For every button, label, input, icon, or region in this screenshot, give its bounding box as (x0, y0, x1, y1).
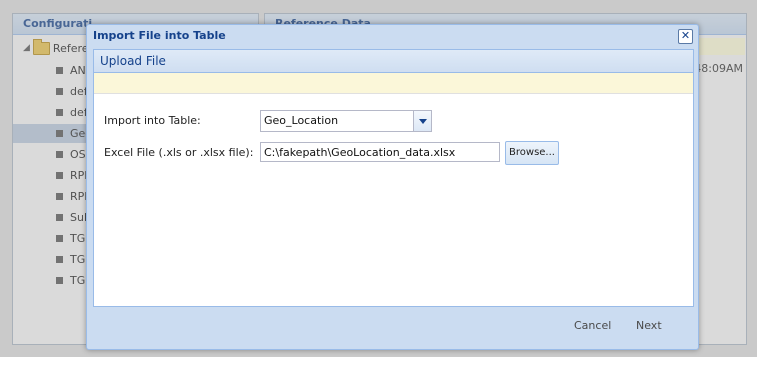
chevron-down-icon (418, 118, 427, 124)
import-file-dialog: Import File into Table ✕ Upload File Imp… (86, 24, 699, 350)
browse-button[interactable]: Browse... (505, 141, 559, 165)
cancel-button[interactable]: Cancel (574, 319, 611, 332)
dialog-title: Import File into Table (93, 29, 226, 42)
dialog-body: Upload File Import into Table: Geo_Locat… (93, 49, 694, 307)
excel-file-label: Excel File (.xls or .xlsx file): (104, 146, 254, 159)
file-path-input[interactable]: C:\fakepath\GeoLocation_data.xlsx (260, 142, 500, 162)
import-into-table-label: Import into Table: (104, 114, 201, 127)
table-select-trigger[interactable] (413, 111, 431, 131)
table-select-value[interactable]: Geo_Location (261, 111, 413, 131)
next-button[interactable]: Next (636, 319, 662, 332)
notice-strip (94, 73, 693, 94)
upload-file-header: Upload File (94, 50, 693, 73)
close-icon[interactable]: ✕ (678, 29, 693, 44)
table-select[interactable]: Geo_Location (260, 110, 432, 132)
